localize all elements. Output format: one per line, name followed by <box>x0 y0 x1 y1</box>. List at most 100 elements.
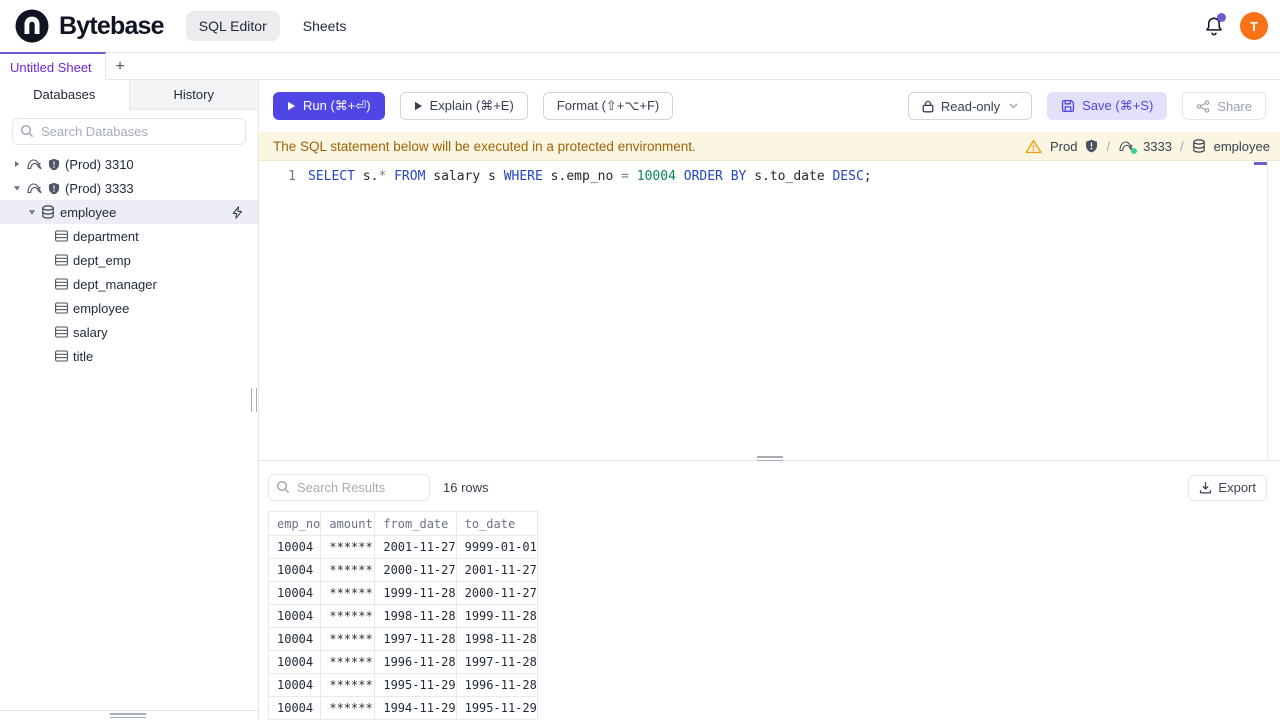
tree-item-label: (Prod) 3333 <box>65 180 134 196</box>
caret-down-icon[interactable] <box>13 184 21 192</box>
editor-scrollbar-track[interactable] <box>1267 161 1268 460</box>
tree-database-employee[interactable]: employee <box>0 200 258 224</box>
sheet-tab-untitled[interactable]: Untitled Sheet <box>0 52 106 81</box>
table-cell[interactable]: 1998-11-28 <box>455 627 538 651</box>
bytebase-logo[interactable]: Bytebase <box>14 8 165 44</box>
table-cell[interactable]: 9999-01-01 <box>455 535 538 559</box>
table-row[interactable]: 10004 ****** 1999-11-28 2000-11-27 <box>267 581 538 605</box>
table-row[interactable]: 10004 ****** 1996-11-28 1997-11-28 <box>267 650 538 674</box>
sql-editor[interactable]: 1 SELECT s.* FROM salary s WHERE s.emp_n… <box>259 161 1280 460</box>
tree-table-title[interactable]: title <box>0 344 258 368</box>
table-cell[interactable]: 1995-11-29 <box>374 673 457 697</box>
run-button-label: Run (⌘+⏎) <box>303 98 371 113</box>
table-cell[interactable]: 1996-11-28 <box>455 673 538 697</box>
table-cell[interactable]: 10004 <box>267 535 322 559</box>
table-cell[interactable]: 2001-11-27 <box>455 558 538 582</box>
add-sheet-button[interactable]: + <box>106 53 134 80</box>
save-button-label: Save (⌘+S) <box>1082 98 1154 113</box>
database-label: employee <box>1213 138 1270 154</box>
tree-instance-prod-3310[interactable]: (Prod) 3310 <box>0 152 258 176</box>
save-icon <box>1061 99 1075 113</box>
table-cell[interactable]: 1994-11-29 <box>374 696 457 720</box>
instance-status-dot <box>1131 148 1138 154</box>
column-header-amount[interactable]: amount <box>320 511 376 536</box>
sidebar-resize-grip-icon[interactable] <box>251 388 257 412</box>
table-cell[interactable]: 1997-11-28 <box>374 627 457 651</box>
column-header-to_date[interactable]: to_date <box>455 511 538 536</box>
table-cell[interactable]: ****** <box>320 673 376 697</box>
table-cell[interactable]: 1995-11-29 <box>455 696 538 720</box>
table-cell[interactable]: 10004 <box>267 696 322 720</box>
format-button[interactable]: Format (⇧+⌥+F) <box>542 92 674 120</box>
table-row[interactable]: 10004 ****** 2001-11-27 9999-01-01 <box>267 535 538 559</box>
table-cell[interactable]: 10004 <box>267 627 322 651</box>
tab-databases[interactable]: Databases <box>0 80 129 110</box>
tree-instance-prod-3333[interactable]: (Prod) 3333 <box>0 176 258 200</box>
instance-label: 3333 <box>1143 138 1172 154</box>
tree-table-salary[interactable]: salary <box>0 320 258 344</box>
lightning-icon[interactable] <box>232 205 243 219</box>
database-search-input[interactable] <box>12 118 246 145</box>
tree-item-label: dept_manager <box>73 276 157 292</box>
breadcrumb-separator: / <box>1180 138 1184 154</box>
column-header-emp_no[interactable]: emp_no <box>267 511 322 536</box>
table-cell[interactable]: ****** <box>320 535 376 559</box>
table-icon <box>55 302 68 314</box>
share-button[interactable]: Share <box>1182 92 1266 120</box>
brand-name: Bytebase <box>59 11 165 40</box>
tree-item-label: dept_emp <box>73 252 131 268</box>
table-row[interactable]: 10004 ****** 2000-11-27 2001-11-27 <box>267 558 538 582</box>
sql-code-line[interactable]: SELECT s.* FROM salary s WHERE s.emp_no … <box>308 167 872 186</box>
readonly-mode-select[interactable]: Read-only <box>907 92 1033 120</box>
sheet-tab-label: Untitled Sheet <box>10 60 92 75</box>
sidebar-bottom-divider[interactable] <box>0 710 258 718</box>
results-toolbar: 16 rows Export <box>259 461 1280 506</box>
run-button[interactable]: Run (⌘+⏎) <box>273 92 385 120</box>
mysql-icon <box>26 181 43 195</box>
table-row[interactable]: 10004 ****** 1995-11-29 1996-11-28 <box>267 673 538 697</box>
table-cell[interactable]: 10004 <box>267 673 322 697</box>
table-cell[interactable]: 2001-11-27 <box>374 535 457 559</box>
share-icon <box>1196 99 1210 113</box>
caret-down-icon[interactable] <box>28 208 36 216</box>
tree-table-dept-manager[interactable]: dept_manager <box>0 272 258 296</box>
table-cell[interactable]: ****** <box>320 581 376 605</box>
editor-toolbar: Run (⌘+⏎) Explain (⌘+E) Format (⇧+⌥+F) R… <box>259 80 1280 132</box>
table-cell[interactable]: 1997-11-28 <box>455 650 538 674</box>
overview-ruler-mark <box>1254 162 1267 165</box>
table-cell[interactable]: 10004 <box>267 558 322 582</box>
table-cell[interactable]: ****** <box>320 627 376 651</box>
table-row[interactable]: 10004 ****** 1994-11-29 1995-11-29 <box>267 696 538 720</box>
sql-editor-app: Bytebase SQL Editor Sheets T Untitled Sh… <box>0 0 1280 720</box>
table-cell[interactable]: 1996-11-28 <box>374 650 457 674</box>
table-row[interactable]: 10004 ****** 1997-11-28 1998-11-28 <box>267 627 538 651</box>
table-cell[interactable]: 1999-11-28 <box>374 581 457 605</box>
table-cell[interactable]: 10004 <box>267 650 322 674</box>
avatar[interactable]: T <box>1240 12 1268 40</box>
table-cell[interactable]: ****** <box>320 650 376 674</box>
column-header-from_date[interactable]: from_date <box>374 511 457 536</box>
tree-table-department[interactable]: department <box>0 224 258 248</box>
caret-right-icon[interactable] <box>13 160 21 168</box>
table-cell[interactable]: 1998-11-28 <box>374 604 457 628</box>
save-button[interactable]: Save (⌘+S) <box>1047 92 1168 120</box>
table-cell[interactable]: 2000-11-27 <box>374 558 457 582</box>
table-cell[interactable]: ****** <box>320 558 376 582</box>
table-cell[interactable]: 2000-11-27 <box>455 581 538 605</box>
results-search-input[interactable] <box>268 474 430 501</box>
tree-table-dept-emp[interactable]: dept_emp <box>0 248 258 272</box>
table-cell[interactable]: 1999-11-28 <box>455 604 538 628</box>
nav-sheets[interactable]: Sheets <box>290 11 360 41</box>
table-cell[interactable]: ****** <box>320 696 376 720</box>
notification-bell-button[interactable] <box>1203 13 1226 37</box>
explain-button[interactable]: Explain (⌘+E) <box>399 92 528 120</box>
table-icon <box>55 326 68 338</box>
tab-history[interactable]: History <box>128 80 258 110</box>
table-row[interactable]: 10004 ****** 1998-11-28 1999-11-28 <box>267 604 538 628</box>
tree-table-employee[interactable]: employee <box>0 296 258 320</box>
table-cell[interactable]: 10004 <box>267 604 322 628</box>
export-button[interactable]: Export <box>1188 474 1267 501</box>
nav-sql-editor[interactable]: SQL Editor <box>185 11 280 41</box>
table-cell[interactable]: 10004 <box>267 581 322 605</box>
table-cell[interactable]: ****** <box>320 604 376 628</box>
